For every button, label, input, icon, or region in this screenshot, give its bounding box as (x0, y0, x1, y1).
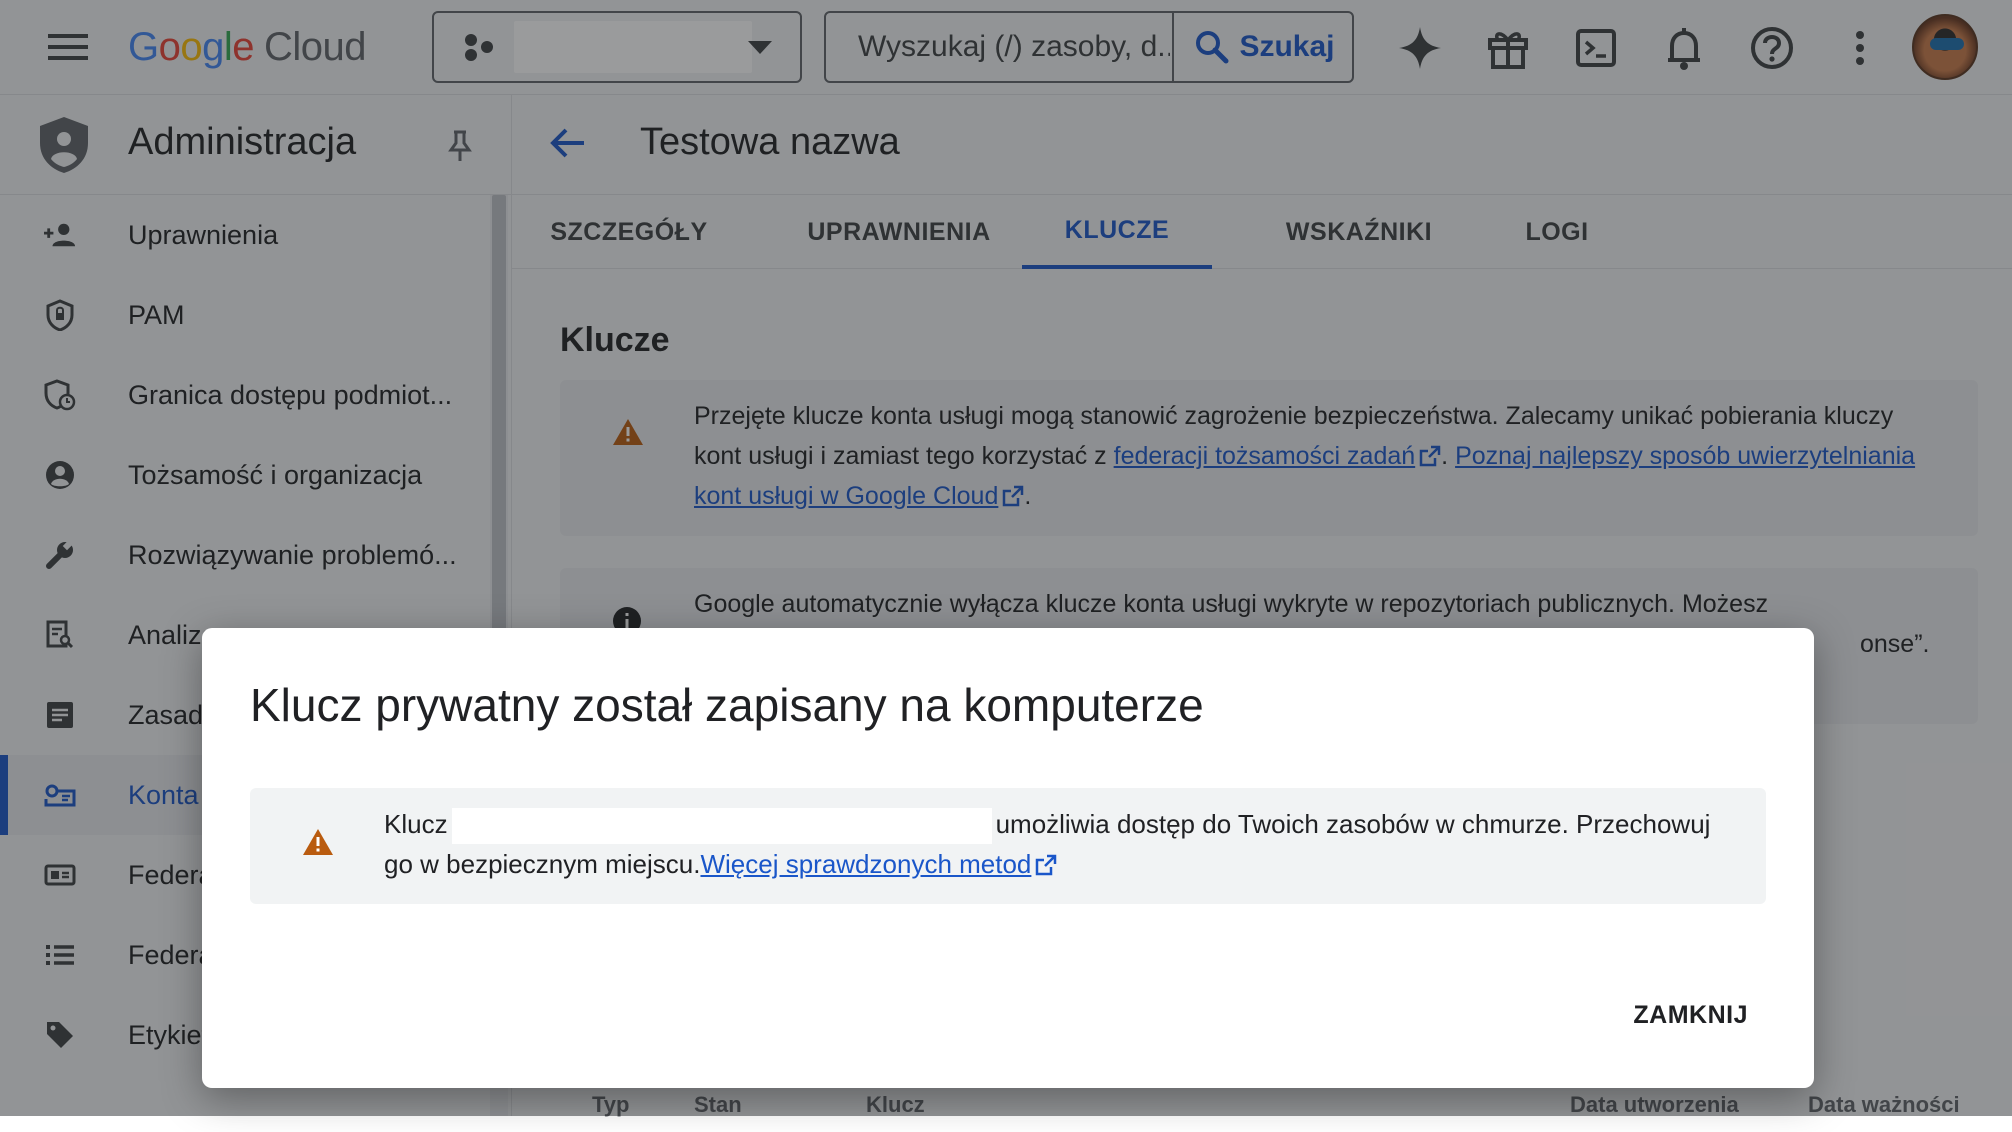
dialog-text-before: Klucz (384, 809, 448, 839)
dialog-title: Klucz prywatny został zapisany na komput… (250, 679, 1204, 731)
more-best-practices-link[interactable]: Więcej sprawdzonych metod (700, 849, 1031, 879)
key-name-redacted (451, 808, 992, 845)
dialog-warning-banner: Klucz umożliwia dostęp do Twoich zasobów … (250, 788, 1766, 904)
external-link-icon (1036, 854, 1057, 876)
warning-triangle-icon (303, 829, 333, 855)
private-key-saved-dialog: Klucz prywatny został zapisany na komput… (202, 628, 1814, 1088)
close-button[interactable]: ZAMKNIJ (1621, 993, 1760, 1038)
